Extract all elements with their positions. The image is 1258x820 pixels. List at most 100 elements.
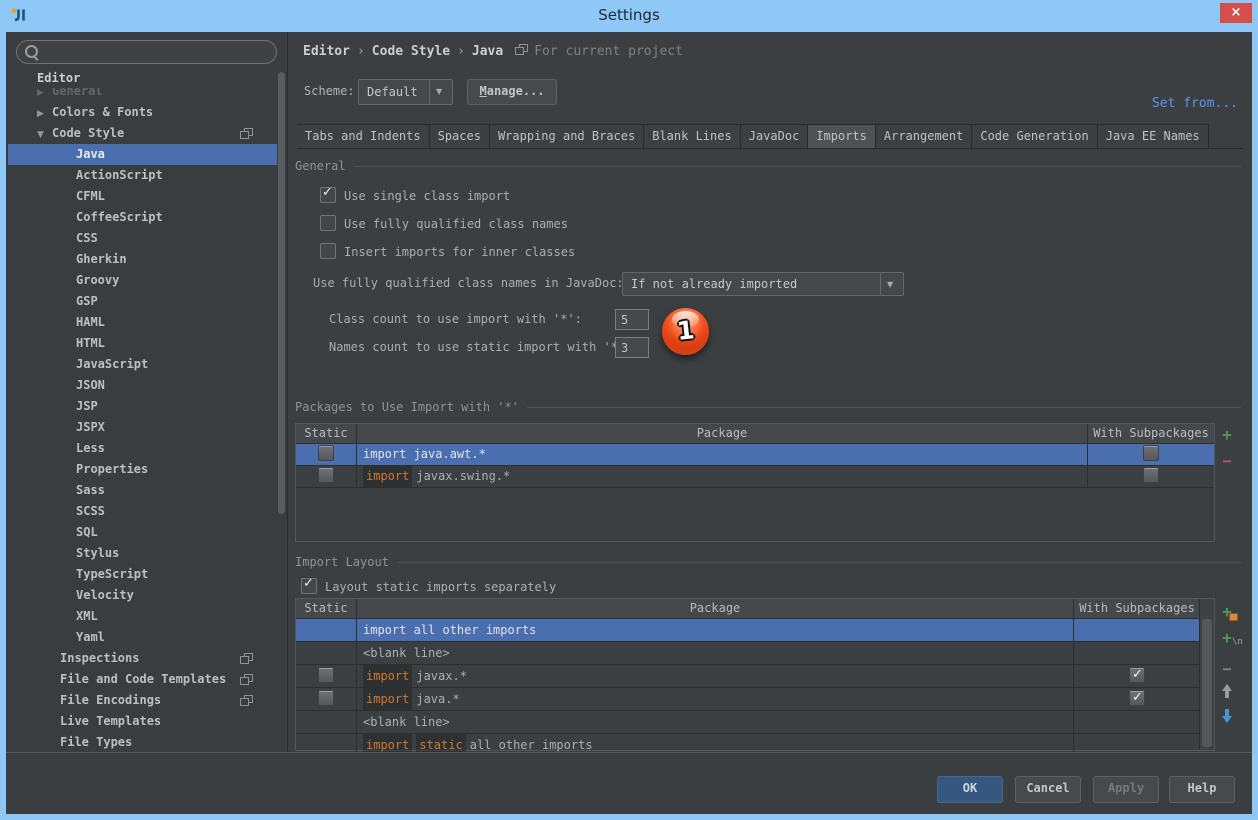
subpackages-checkbox[interactable] [1143,467,1159,483]
sidebar-item[interactable]: Inspections [8,648,277,669]
sidebar-item[interactable]: JSP [8,396,277,417]
sidebar-item[interactable]: Sass [8,480,277,501]
sidebar-item[interactable]: File and Code Templates [8,669,277,690]
set-from-link[interactable]: Set from... [1152,96,1238,111]
tab[interactable]: Arrangement [876,124,972,149]
table-row[interactable]: <blank line> [296,711,1200,734]
remove-row-button[interactable]: − [1217,662,1237,676]
table-row[interactable]: import all other imports [296,619,1200,642]
sidebar-item[interactable]: TypeScript [8,564,277,585]
checkbox[interactable] [320,187,336,203]
add-blank-line-button[interactable]: + [1217,630,1237,646]
sidebar-item[interactable]: ▼Code Style [8,123,277,144]
breadcrumb-editor[interactable]: Editor [303,44,350,59]
add-package-button[interactable]: + [1217,427,1237,443]
sidebar-item-label: Yaml [76,630,105,644]
table-row[interactable]: importjava.* [296,688,1200,711]
tab[interactable]: Java EE Names [1098,124,1209,149]
javadoc-select[interactable]: If not already imported [622,272,904,296]
sidebar-item[interactable]: SQL [8,522,277,543]
sidebar-item[interactable]: JSON [8,375,277,396]
checkbox-label: Insert imports for inner classes [344,245,575,259]
tab[interactable]: Blank Lines [644,124,740,149]
sidebar-item[interactable]: CFML [8,186,277,207]
sidebar-item[interactable]: CoffeeScript [8,207,277,228]
table-row[interactable]: importjavax.* [296,665,1200,688]
sidebar-item-label: Velocity [76,588,134,602]
sidebar-item[interactable]: Properties [8,459,277,480]
add-package-row-button[interactable]: + [1217,604,1237,620]
tab[interactable]: Imports [808,124,876,149]
layout-static-checkbox[interactable] [301,578,317,594]
static-count-label: Names count to use static import with '*… [329,339,632,355]
apply-button[interactable]: Apply [1093,776,1159,803]
subpackages-checkbox[interactable] [1143,445,1159,461]
table-row[interactable]: importjavax.swing.* [296,466,1214,488]
breadcrumb-code-style[interactable]: Code Style [372,44,450,59]
sidebar-item[interactable]: HTML [8,333,277,354]
breadcrumb-java[interactable]: Java [472,44,503,59]
checkbox-label: Use single class import [344,189,510,203]
sidebar-item[interactable]: ▶Colors & Fonts [8,102,277,123]
sidebar-item[interactable]: Java [8,144,277,165]
sidebar-item[interactable]: CSS [8,228,277,249]
table-row[interactable]: <blank line> [296,642,1200,665]
sidebar-item[interactable]: JavaScript [8,354,277,375]
sidebar-item[interactable]: Gherkin [8,249,277,270]
static-checkbox[interactable] [318,667,334,683]
tab[interactable]: JavaDoc [741,124,809,149]
sidebar-item[interactable]: Groovy [8,270,277,291]
close-button[interactable]: × [1220,3,1252,23]
static-checkbox[interactable] [318,690,334,706]
static-checkbox[interactable] [318,467,334,483]
tab[interactable]: Code Generation [972,124,1097,149]
sidebar-item[interactable]: File Types [8,732,277,753]
sidebar-item[interactable]: HAML [8,312,277,333]
package-text: <blank line> [363,646,450,660]
tree-arrow-icon: ▶ [37,104,52,125]
settings-search[interactable] [16,40,277,64]
sidebar-item[interactable]: Velocity [8,585,277,606]
sidebar-item[interactable]: Stylus [8,543,277,564]
tab[interactable]: Spaces [430,124,490,149]
table-scrollbar[interactable] [1199,599,1214,750]
code-style-tabs: Tabs and Indents Spaces Wrapping and Bra… [297,124,1243,149]
static-count-field[interactable] [615,337,649,358]
sidebar-item[interactable]: XML [8,606,277,627]
remove-package-button[interactable]: − [1217,454,1237,468]
help-button[interactable]: Help [1169,776,1235,803]
move-down-button[interactable] [1217,708,1237,727]
scheme-select[interactable]: Default [358,79,453,105]
sidebar-scrollbar[interactable] [278,72,285,514]
package-text: all other imports [470,738,593,752]
table-row[interactable]: import java.awt.* [296,444,1214,466]
subpackages-checkbox[interactable] [1129,667,1145,683]
search-input[interactable] [43,42,267,62]
tab[interactable]: Wrapping and Braces [490,124,644,149]
ok-button[interactable]: OK [937,776,1003,803]
table-row[interactable]: importstaticall other imports [296,734,1200,753]
group-general: General [295,159,1241,173]
class-count-field[interactable] [615,309,649,330]
sidebar-item[interactable]: Less [8,438,277,459]
sidebar-item[interactable]: GSP [8,291,277,312]
sidebar-item[interactable]: ActionScript [8,165,277,186]
move-up-button[interactable] [1217,684,1237,703]
checkbox[interactable] [320,215,336,231]
sidebar-item[interactable]: File Encodings [8,690,277,711]
checkbox[interactable] [320,243,336,259]
sidebar-item[interactable]: Yaml [8,627,277,648]
tab[interactable]: Tabs and Indents [297,124,430,149]
sidebar-item-label: Gherkin [76,252,127,266]
subpackages-checkbox[interactable] [1129,690,1145,706]
packages-table-header: Static Package With Subpackages [296,424,1214,444]
sidebar-item[interactable]: JSPX [8,417,277,438]
main-panel: Editor›Code Style›JavaFor current projec… [288,32,1252,753]
sidebar-item[interactable]: SCSS [8,501,277,522]
static-checkbox[interactable] [318,445,334,461]
cancel-button[interactable]: Cancel [1015,776,1081,803]
manage-button[interactable]: Manage... [467,79,557,105]
sidebar-item[interactable]: Live Templates [8,711,277,732]
chevron-down-icon [429,80,452,104]
sidebar-item-label: XML [76,609,98,623]
